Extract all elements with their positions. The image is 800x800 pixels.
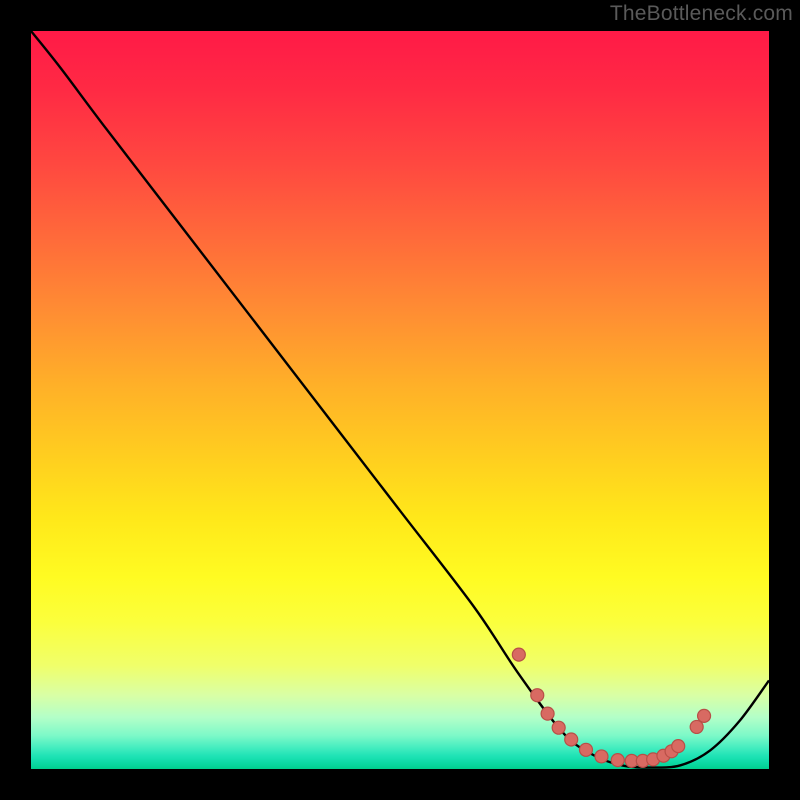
data-point bbox=[541, 707, 554, 720]
data-point bbox=[579, 743, 592, 756]
watermark-text: TheBottleneck.com bbox=[610, 2, 793, 26]
data-point bbox=[672, 740, 685, 753]
plot-area bbox=[31, 31, 769, 769]
data-point bbox=[690, 720, 703, 733]
data-point bbox=[531, 689, 544, 702]
data-point bbox=[611, 754, 624, 767]
chart-svg bbox=[31, 31, 769, 769]
data-point bbox=[595, 750, 608, 763]
data-point bbox=[512, 648, 525, 661]
data-point bbox=[565, 733, 578, 746]
curve-path bbox=[31, 31, 769, 768]
data-point bbox=[552, 721, 565, 734]
chart-stage: TheBottleneck.com bbox=[0, 0, 800, 800]
data-point bbox=[698, 709, 711, 722]
